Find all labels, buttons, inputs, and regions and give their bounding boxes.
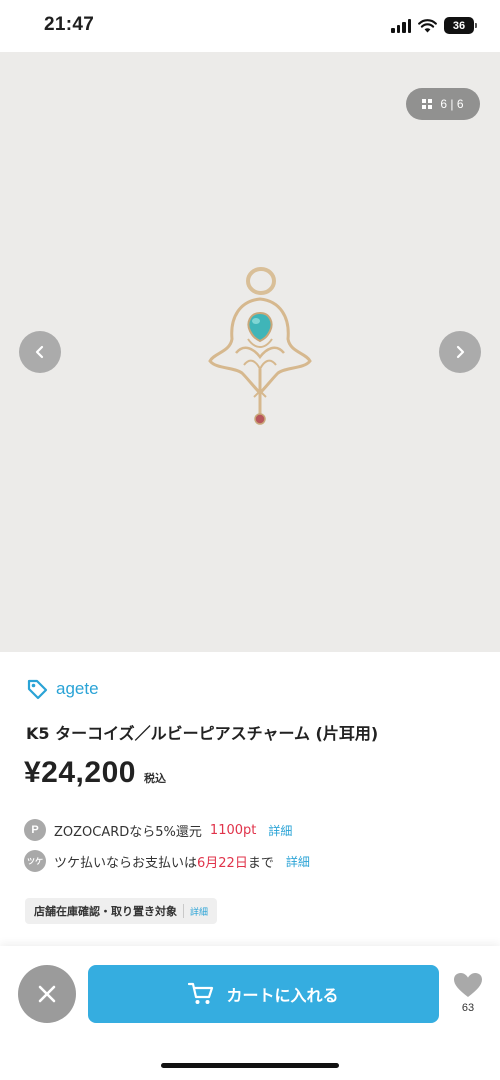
bottom-action-bar: カートに入れる 63 [0, 946, 500, 1080]
tsuke-detail-link[interactable]: 詳細 [286, 853, 310, 870]
image-counter-badge[interactable]: 6 | 6 [406, 88, 480, 120]
next-image-button[interactable] [439, 331, 481, 373]
product-title: K5 ターコイズ／ルビーピアスチャーム (片耳用) [26, 724, 379, 743]
heart-icon [454, 973, 482, 997]
store-chip-detail-link[interactable]: 詳細 [190, 905, 208, 918]
points-icon: P [24, 819, 46, 841]
previous-image-button[interactable] [19, 331, 61, 373]
points-value: 1100pt [209, 822, 257, 838]
chevron-left-icon [35, 345, 44, 359]
cart-icon [188, 982, 214, 1004]
product-price: ¥24,200 [24, 756, 136, 789]
tsuke-text-before: ツケ払いならお支払いは [54, 855, 198, 871]
brand-name: agete [56, 679, 99, 698]
status-bar: 21:47 36 [0, 0, 500, 52]
add-to-cart-label: カートに入れる [226, 986, 339, 1005]
store-stock-chip[interactable]: 店舗在庫確認・取り置き対象 詳細 [25, 898, 218, 924]
chip-divider [183, 904, 184, 918]
chevron-right-icon [456, 345, 465, 359]
product-image-gallery[interactable]: 6 | 6 [0, 52, 500, 652]
home-indicator [161, 1063, 339, 1068]
favorite-button[interactable]: 63 [448, 972, 488, 1014]
tag-icon [27, 679, 48, 700]
grid-icon [422, 99, 433, 109]
store-chip-label: 店舗在庫確認・取り置き対象 [34, 905, 177, 918]
close-icon [38, 985, 56, 1003]
tsuke-text-after: まで [247, 855, 274, 871]
add-to-cart-button[interactable]: カートに入れる [88, 965, 439, 1023]
favorite-count: 63 [461, 1002, 475, 1014]
tsuke-icon: ツケ [24, 850, 46, 872]
tax-label: 税込 [143, 772, 166, 785]
points-text: ZOZOCARDなら5%還元 [54, 824, 202, 840]
points-detail-link[interactable]: 詳細 [268, 822, 292, 839]
brand-link[interactable]: agete [26, 678, 99, 700]
status-icons: 36 [391, 17, 477, 34]
image-counter: 6 | 6 [440, 97, 464, 111]
tsuke-text: ツケ払いならお支払いは6月22日まで [54, 852, 274, 871]
signal-icon [391, 18, 411, 33]
close-button[interactable] [18, 965, 76, 1023]
wifi-icon [418, 18, 437, 32]
battery-icon: 36 [444, 17, 477, 34]
product-photo [208, 267, 312, 425]
price-row: ¥24,200 税込 [24, 756, 166, 790]
tsuke-date: 6月22日 [197, 855, 248, 871]
zozocard-points-row: P ZOZOCARDなら5%還元 1100pt 詳細 [24, 819, 292, 841]
status-time: 21:47 [44, 14, 95, 35]
tsuke-payment-row: ツケ ツケ払いならお支払いは6月22日まで 詳細 [24, 850, 310, 872]
